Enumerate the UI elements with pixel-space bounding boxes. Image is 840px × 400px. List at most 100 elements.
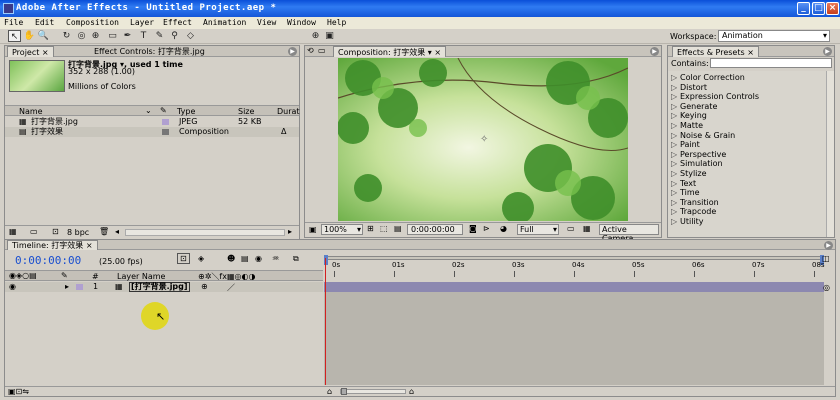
rectangle-mask-tool-icon[interactable]: ▭ bbox=[106, 30, 119, 42]
effects-category-item[interactable]: ▷ Utility bbox=[668, 217, 826, 227]
effects-category-item[interactable]: ▷ Generate bbox=[668, 102, 826, 112]
preview-icon[interactable]: ▣ bbox=[309, 225, 317, 234]
timeline-zoom-slider[interactable] bbox=[340, 388, 406, 395]
expand-triangle-icon[interactable]: ▷ bbox=[671, 207, 677, 217]
column-size[interactable]: Size bbox=[238, 107, 254, 116]
bit-depth-label[interactable]: 8 bpc bbox=[67, 228, 89, 237]
current-time-display[interactable]: 0:00:00:00 bbox=[407, 224, 463, 235]
effects-category-item[interactable]: ▷ Expression Controls bbox=[668, 92, 826, 102]
chevron-down-icon[interactable]: ⌄ bbox=[145, 106, 152, 115]
expand-triangle-icon[interactable]: ▷ bbox=[671, 198, 677, 208]
live-update-icon[interactable]: ⊡ bbox=[177, 253, 190, 264]
panel-menu-icon[interactable]: ▶ bbox=[823, 47, 832, 56]
mask-view-icon[interactable]: ⬚ bbox=[380, 224, 388, 233]
project-item-row[interactable]: ▦ 打字背景.jpg JPEG 52 KB bbox=[5, 117, 299, 127]
new-folder-icon[interactable]: ▭ bbox=[30, 227, 38, 236]
effects-category-item[interactable]: ▷ Keying bbox=[668, 111, 826, 121]
menu-view[interactable]: View bbox=[257, 18, 276, 27]
channel-icon[interactable]: ◕ bbox=[500, 224, 507, 233]
close-icon[interactable]: × bbox=[42, 48, 49, 57]
transparency-grid-icon[interactable]: ▦ bbox=[583, 224, 591, 233]
switches-icon[interactable]: ⊕✲＼fx▦◎◐◑ bbox=[198, 271, 255, 282]
selection-tool-icon[interactable]: ↖ bbox=[8, 30, 21, 42]
layer-row[interactable]: ◉ ▸ 1 ▦ [打字背景.jpg] ⊕ ／ bbox=[5, 282, 323, 292]
expand-triangle-icon[interactable]: ▷ bbox=[671, 179, 677, 189]
graph-editor-icon[interactable]: ⧉ bbox=[293, 254, 299, 264]
minimize-button[interactable]: _ bbox=[797, 2, 810, 15]
tab-effects-presets[interactable]: Effects & Presets × bbox=[672, 46, 759, 57]
expand-triangle-icon[interactable]: ▷ bbox=[671, 150, 677, 160]
label-color-swatch[interactable] bbox=[162, 119, 169, 125]
effects-category-item[interactable]: ▷ Text bbox=[668, 179, 826, 189]
expand-triangle-icon[interactable]: ▷ bbox=[671, 188, 677, 198]
playhead-line[interactable] bbox=[325, 258, 326, 385]
tab-timeline[interactable]: Timeline: 打字效果 × bbox=[7, 240, 98, 250]
maximize-button[interactable]: □ bbox=[812, 2, 825, 15]
pen-tool-icon[interactable]: ✒ bbox=[121, 30, 134, 42]
timeline-timecode[interactable]: 0:00:00:00 bbox=[15, 254, 81, 267]
menu-edit[interactable]: Edit bbox=[35, 18, 54, 27]
interpret-footage-icon[interactable]: ▦ bbox=[9, 227, 17, 236]
menu-effect[interactable]: Effect bbox=[163, 18, 192, 27]
expand-triangle-icon[interactable]: ▷ bbox=[671, 217, 677, 227]
expand-triangle-icon[interactable]: ▷ bbox=[671, 92, 677, 102]
safe-zones-icon[interactable]: ⊞ bbox=[367, 224, 374, 233]
effects-category-item[interactable]: ▷ Color Correction bbox=[668, 73, 826, 83]
pan-behind-tool-icon[interactable]: ⊕ bbox=[89, 30, 102, 42]
trash-icon[interactable]: 🗑 bbox=[99, 227, 109, 236]
effects-category-item[interactable]: ▷ Paint bbox=[668, 140, 826, 150]
zoom-tool-icon[interactable]: 🔍 bbox=[37, 30, 50, 42]
expand-triangle-icon[interactable]: ▷ bbox=[671, 169, 677, 179]
layer-duration-bar[interactable] bbox=[324, 282, 824, 292]
scroll-left-icon[interactable]: ◂ bbox=[115, 227, 119, 236]
label-color-swatch[interactable] bbox=[162, 129, 169, 135]
menu-layer[interactable]: Layer bbox=[130, 18, 154, 27]
close-icon[interactable]: × bbox=[747, 48, 754, 57]
effects-category-item[interactable]: ▷ Trapcode bbox=[668, 207, 826, 217]
tab-effect-controls[interactable]: Effect Controls: 打字背景.jpg bbox=[90, 46, 209, 57]
menu-help[interactable]: Help bbox=[327, 18, 346, 27]
tab-composition[interactable]: Composition: 打字效果 ▾ × bbox=[333, 46, 447, 57]
effects-category-item[interactable]: ▷ Stylize bbox=[668, 169, 826, 179]
menu-window[interactable]: Window bbox=[287, 18, 316, 27]
expand-triangle-icon[interactable]: ▷ bbox=[671, 140, 677, 150]
expand-triangle-icon[interactable]: ▷ bbox=[671, 83, 677, 93]
panel-menu-icon[interactable]: ▶ bbox=[824, 241, 833, 250]
close-icon[interactable]: × bbox=[434, 48, 441, 57]
effects-scrollbar[interactable] bbox=[826, 71, 834, 237]
toggle-switches-icon[interactable]: ▣⊡⇋ bbox=[8, 387, 29, 396]
close-icon[interactable]: × bbox=[86, 241, 93, 250]
effects-category-item[interactable]: ▷ Simulation bbox=[668, 159, 826, 169]
effects-category-item[interactable]: ▷ Matte bbox=[668, 121, 826, 131]
chevron-down-icon[interactable]: ▾ bbox=[428, 48, 432, 57]
av-features-icon[interactable]: ◉◈○▤ bbox=[9, 271, 37, 280]
expand-triangle-icon[interactable]: ▷ bbox=[671, 121, 677, 131]
expand-triangle-icon[interactable]: ▷ bbox=[671, 131, 677, 141]
zoom-select[interactable]: 100% ▾ bbox=[321, 224, 363, 235]
brush-tool-icon[interactable]: ✎ bbox=[153, 30, 166, 42]
comp-button-icon[interactable]: ◫ bbox=[822, 254, 830, 263]
camera-snapshot-icon[interactable]: ▤ bbox=[394, 224, 402, 233]
view-camera-select[interactable]: Active Camera bbox=[599, 224, 659, 243]
resolution-select[interactable]: Full ▾ bbox=[517, 224, 559, 235]
project-item-row[interactable]: ▤ 打字效果 Composition Δ bbox=[5, 127, 299, 137]
expand-triangle-icon[interactable]: ▷ bbox=[671, 111, 677, 121]
column-duration[interactable]: Durat bbox=[277, 107, 300, 116]
panel-menu-icon[interactable]: ▶ bbox=[288, 47, 297, 56]
menu-file[interactable]: File bbox=[4, 18, 23, 27]
comp-flowchart-icon[interactable]: ▭ bbox=[318, 46, 326, 55]
lock-icon[interactable]: ⟲ bbox=[307, 46, 314, 55]
comp-marker-bin[interactable]: ◫ bbox=[822, 254, 831, 284]
effects-category-item[interactable]: ▷ Time bbox=[668, 188, 826, 198]
panel-menu-icon[interactable]: ▶ bbox=[650, 47, 659, 56]
hand-tool-icon[interactable]: ✋ bbox=[23, 30, 36, 42]
layer-name[interactable]: [打字背景.jpg] bbox=[129, 282, 190, 292]
new-composition-icon[interactable]: ⊡ bbox=[52, 227, 59, 236]
expand-triangle-icon[interactable]: ▷ bbox=[671, 73, 677, 83]
orbit-camera-icon[interactable]: ◎ bbox=[75, 30, 88, 42]
label-color-swatch[interactable] bbox=[76, 284, 83, 290]
scroll-right-icon[interactable]: ▸ bbox=[288, 227, 292, 236]
eraser-tool-icon[interactable]: ◇ bbox=[184, 30, 197, 42]
frame-blending-icon[interactable]: ▤ bbox=[241, 254, 249, 263]
type-tool-icon[interactable]: T bbox=[137, 30, 150, 42]
